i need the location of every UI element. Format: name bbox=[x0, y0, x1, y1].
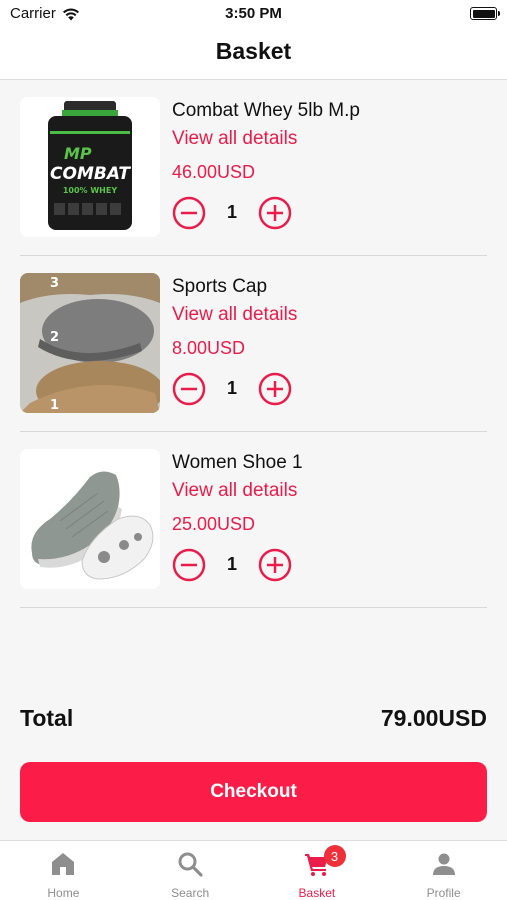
tab-basket[interactable]: 3 Basket bbox=[254, 841, 381, 900]
total-label: Total bbox=[20, 705, 74, 731]
quantity-stepper: 1 bbox=[172, 372, 294, 406]
decrease-quantity-button[interactable] bbox=[172, 372, 206, 406]
quantity-value: 1 bbox=[226, 378, 237, 398]
tab-label: Basket bbox=[298, 886, 336, 900]
tab-label: Home bbox=[47, 886, 80, 900]
minus-circle-icon bbox=[172, 372, 206, 406]
decrease-quantity-button[interactable] bbox=[172, 548, 206, 582]
divider bbox=[20, 607, 487, 608]
basket-item: Women Shoe 1 View all details 25.00USD 1 bbox=[0, 432, 507, 608]
decrease-quantity-button[interactable] bbox=[172, 196, 206, 230]
quantity-stepper: 1 bbox=[172, 548, 294, 582]
increase-quantity-button[interactable] bbox=[258, 548, 292, 582]
increase-quantity-button[interactable] bbox=[258, 196, 292, 230]
product-image-caps[interactable]: 3 2 1 bbox=[20, 273, 160, 413]
svg-text:COMBAT: COMBAT bbox=[50, 164, 131, 184]
home-icon bbox=[52, 853, 75, 875]
item-name: Sports Cap bbox=[172, 276, 268, 297]
basket-count-badge: 3 bbox=[323, 845, 346, 867]
item-name: Women Shoe 1 bbox=[172, 452, 303, 473]
view-details-link[interactable]: View all details bbox=[172, 304, 297, 326]
tab-profile[interactable]: Profile bbox=[380, 841, 507, 900]
page-title: Basket bbox=[215, 38, 292, 64]
tab-label: Search bbox=[171, 886, 210, 900]
view-details-link[interactable]: View all details bbox=[172, 480, 297, 502]
quantity-value: 1 bbox=[226, 202, 237, 222]
minus-circle-icon bbox=[172, 548, 206, 582]
increase-quantity-button[interactable] bbox=[258, 372, 292, 406]
quantity-value: 1 bbox=[226, 554, 237, 574]
item-name: Combat Whey 5lb M.p bbox=[172, 100, 360, 121]
svg-text:MP: MP bbox=[64, 144, 92, 163]
product-image-protein-tub[interactable]: MP COMBAT 100% WHEY bbox=[20, 97, 160, 237]
tab-label: Profile bbox=[426, 886, 461, 900]
checkout-button[interactable]: Checkout bbox=[20, 762, 487, 822]
quantity-stepper: 1 bbox=[172, 196, 294, 230]
plus-circle-icon bbox=[258, 548, 292, 582]
plus-circle-icon bbox=[258, 372, 292, 406]
basket-list: MP COMBAT 100% WHEY Combat Whey 5lb M.p … bbox=[0, 80, 507, 608]
minus-circle-icon bbox=[172, 196, 206, 230]
tab-home[interactable]: Home bbox=[0, 841, 127, 900]
basket-item: MP COMBAT 100% WHEY Combat Whey 5lb M.p … bbox=[0, 80, 507, 256]
svg-text:3: 3 bbox=[50, 276, 59, 291]
item-price: 25.00USD bbox=[172, 514, 256, 534]
svg-text:2: 2 bbox=[50, 330, 59, 345]
total-value: 79.00USD bbox=[380, 705, 487, 731]
view-details-link[interactable]: View all details bbox=[172, 128, 297, 150]
svg-text:1: 1 bbox=[50, 398, 59, 413]
tab-bar: Home Search 3 Basket Profile bbox=[0, 840, 507, 900]
item-price: 8.00USD bbox=[172, 338, 246, 358]
tab-search[interactable]: Search bbox=[127, 841, 254, 900]
battery-icon bbox=[470, 7, 500, 20]
nav-header: Basket bbox=[0, 28, 507, 80]
basket-item: 3 2 1 Sports Cap View all details 8.00US… bbox=[0, 256, 507, 432]
product-image-shoe[interactable] bbox=[20, 449, 160, 589]
search-icon bbox=[178, 852, 203, 877]
status-bar: Carrier 3:50 PM bbox=[0, 0, 507, 28]
person-icon bbox=[432, 853, 455, 875]
item-price: 46.00USD bbox=[172, 162, 256, 182]
svg-text:100% WHEY: 100% WHEY bbox=[63, 186, 117, 195]
status-time: 3:50 PM bbox=[225, 5, 282, 22]
plus-circle-icon bbox=[258, 196, 292, 230]
